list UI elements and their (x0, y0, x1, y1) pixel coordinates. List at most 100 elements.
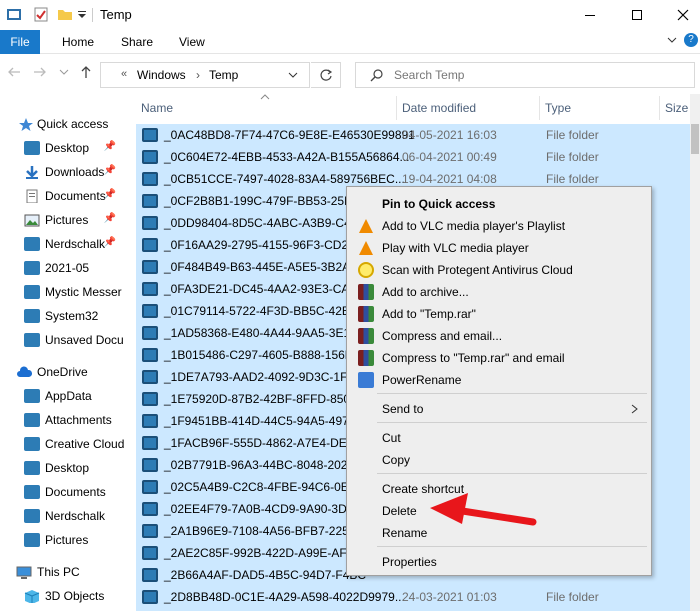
breadcrumb-separator[interactable]: › (196, 68, 200, 82)
menu-item-send-to[interactable]: Send to (347, 398, 651, 420)
scrollbar-thumb[interactable] (691, 124, 699, 154)
sidebar-item-nerdschalk[interactable]: Nerdschalk 📌 (0, 232, 124, 256)
menu-item-create-shortcut[interactable]: Create shortcut (347, 478, 651, 500)
file-name: _1E75920D-87B2-42BF-8FFD-85092E (164, 392, 372, 406)
column-size[interactable]: Size (665, 101, 688, 115)
address-bar[interactable]: « Windows › Temp (100, 62, 310, 88)
close-icon (677, 9, 689, 21)
ribbon-expand-button[interactable] (666, 34, 678, 49)
winrar-icon (358, 328, 374, 344)
menu-item-label: Pin to Quick access (382, 197, 496, 211)
breadcrumb-overflow[interactable]: « (121, 68, 127, 80)
folder-icon (142, 370, 158, 384)
sidebar-item-mystic-messer[interactable]: Mystic Messer (0, 280, 124, 304)
sidebar-item-attachments[interactable]: Attachments (0, 408, 124, 432)
chevron-down-icon (59, 69, 69, 75)
vertical-scrollbar[interactable] (690, 94, 700, 611)
sidebar-item-system32[interactable]: System32 (0, 304, 124, 328)
menu-item-powerrename[interactable]: PowerRename (347, 369, 651, 391)
sidebar-item-2021-05[interactable]: 2021-05 (0, 256, 124, 280)
folder-icon (142, 128, 158, 142)
file-name: _2A1B96E9-7108-4A56-BFB7-2255A (164, 524, 364, 538)
menu-item-add-to-vlc-playlist[interactable]: Add to VLC media player's Playlist (347, 215, 651, 237)
forward-button[interactable] (30, 64, 50, 84)
sidebar-item-this-pc[interactable]: This PC (0, 560, 124, 584)
menu-item-pin-to-quick-access[interactable]: Pin to Quick access (347, 193, 651, 215)
file-row[interactable]: _0C604E72-4EBB-4533-A42A-B155A56864... 06… (136, 146, 692, 168)
new-folder-icon[interactable] (57, 7, 73, 22)
up-button[interactable] (76, 64, 96, 84)
window-title: Temp (100, 7, 132, 22)
file-row[interactable]: _2D8BB48D-0C1E-4A29-A598-4022D9979... 24-… (136, 586, 692, 608)
menu-item-compress-and-email[interactable]: Compress and email... (347, 325, 651, 347)
close-button[interactable] (660, 0, 700, 30)
winrar-icon (358, 306, 374, 322)
properties-icon[interactable] (33, 7, 49, 22)
folder-icon (142, 260, 158, 274)
sidebar-item-quick-access[interactable]: Quick access (0, 112, 124, 136)
folder-icon (24, 389, 40, 403)
menu-item-add-to-archive[interactable]: Add to archive... (347, 281, 651, 303)
menu-item-play-with-vlc[interactable]: Play with VLC media player (347, 237, 651, 259)
sidebar-item-onedrive-desktop[interactable]: Desktop (0, 456, 124, 480)
sidebar-item-3d-objects[interactable]: 3D Objects (0, 584, 124, 608)
file-name: _0CB51CCE-7497-4028-83A4-589756BEC... (164, 172, 405, 186)
sidebar-item-downloads[interactable]: Downloads 📌 (0, 160, 124, 184)
refresh-button[interactable] (311, 62, 341, 88)
back-button[interactable] (4, 64, 24, 84)
customize-toolbar-icon[interactable] (76, 7, 92, 22)
sidebar-item-onedrive-pictures[interactable]: Pictures (0, 528, 124, 552)
menu-item-label: Cut (382, 431, 401, 445)
column-type[interactable]: Type (545, 101, 571, 115)
arrow-right-icon (34, 67, 46, 77)
tab-file[interactable]: File (0, 30, 40, 54)
sidebar-item-documents[interactable]: Documents 📌 (0, 184, 124, 208)
sidebar-item-unsaved-docu[interactable]: Unsaved Docu (0, 328, 124, 352)
menu-item-delete[interactable]: Delete (347, 500, 651, 522)
file-row[interactable]: _0AC48BD8-7F74-47C6-9E8E-E46530E99891 04-… (136, 124, 692, 146)
menu-item-cut[interactable]: Cut (347, 427, 651, 449)
desktop-folder-icon (24, 141, 40, 155)
menu-item-label: Create shortcut (382, 482, 465, 496)
address-dropdown-button[interactable] (287, 69, 299, 84)
column-date-modified[interactable]: Date modified (402, 101, 476, 115)
tab-share[interactable]: Share (111, 30, 163, 54)
explorer-icon[interactable] (6, 7, 22, 22)
column-divider[interactable] (396, 96, 397, 120)
file-name: _0C604E72-4EBB-4533-A42A-B155A56864... (164, 150, 410, 164)
menu-item-compress-to-temp-rar-and-email[interactable]: Compress to "Temp.rar" and email (347, 347, 651, 369)
sidebar-item-appdata[interactable]: AppData (0, 384, 124, 408)
menu-item-copy[interactable]: Copy (347, 449, 651, 471)
context-menu: Pin to Quick access Add to VLC media pla… (346, 186, 652, 576)
search-box[interactable]: Search Temp (355, 62, 695, 88)
menu-item-add-to-temp-rar[interactable]: Add to "Temp.rar" (347, 303, 651, 325)
menu-item-rename[interactable]: Rename (347, 522, 651, 544)
sidebar-item-onedrive[interactable]: OneDrive (0, 360, 124, 384)
maximize-button[interactable] (614, 0, 660, 30)
sidebar-item-onedrive-documents[interactable]: Documents (0, 480, 124, 504)
chevron-down-icon (288, 72, 298, 78)
menu-item-label: Add to "Temp.rar" (382, 307, 476, 321)
column-divider[interactable] (659, 96, 660, 120)
sidebar-item-label: This PC (37, 565, 80, 579)
folder-icon (142, 436, 158, 450)
sidebar-item-pictures[interactable]: Pictures 📌 (0, 208, 124, 232)
tab-view[interactable]: View (169, 30, 215, 54)
folder-icon (142, 304, 158, 318)
sidebar-item-creative-cloud[interactable]: Creative Cloud (0, 432, 124, 456)
recent-locations-button[interactable] (54, 64, 74, 84)
menu-item-properties[interactable]: Properties (347, 551, 651, 573)
breadcrumb-windows[interactable]: Windows (137, 68, 186, 82)
sidebar-item-desktop[interactable]: Desktop 📌 (0, 136, 124, 160)
help-icon[interactable]: ? (684, 33, 698, 47)
menu-item-scan-protegent[interactable]: Scan with Protegent Antivirus Cloud (347, 259, 651, 281)
sidebar-item-label: Desktop (45, 141, 90, 155)
tab-home[interactable]: Home (52, 30, 104, 54)
column-name[interactable]: Name (141, 101, 173, 115)
breadcrumb-temp[interactable]: Temp (209, 68, 238, 82)
sidebar-item-onedrive-nerdschalk[interactable]: Nerdschalk (0, 504, 124, 528)
minimize-button[interactable] (567, 0, 613, 30)
protegent-icon (358, 262, 374, 278)
column-divider[interactable] (539, 96, 540, 120)
sidebar-item-label: Downloads (45, 165, 105, 179)
